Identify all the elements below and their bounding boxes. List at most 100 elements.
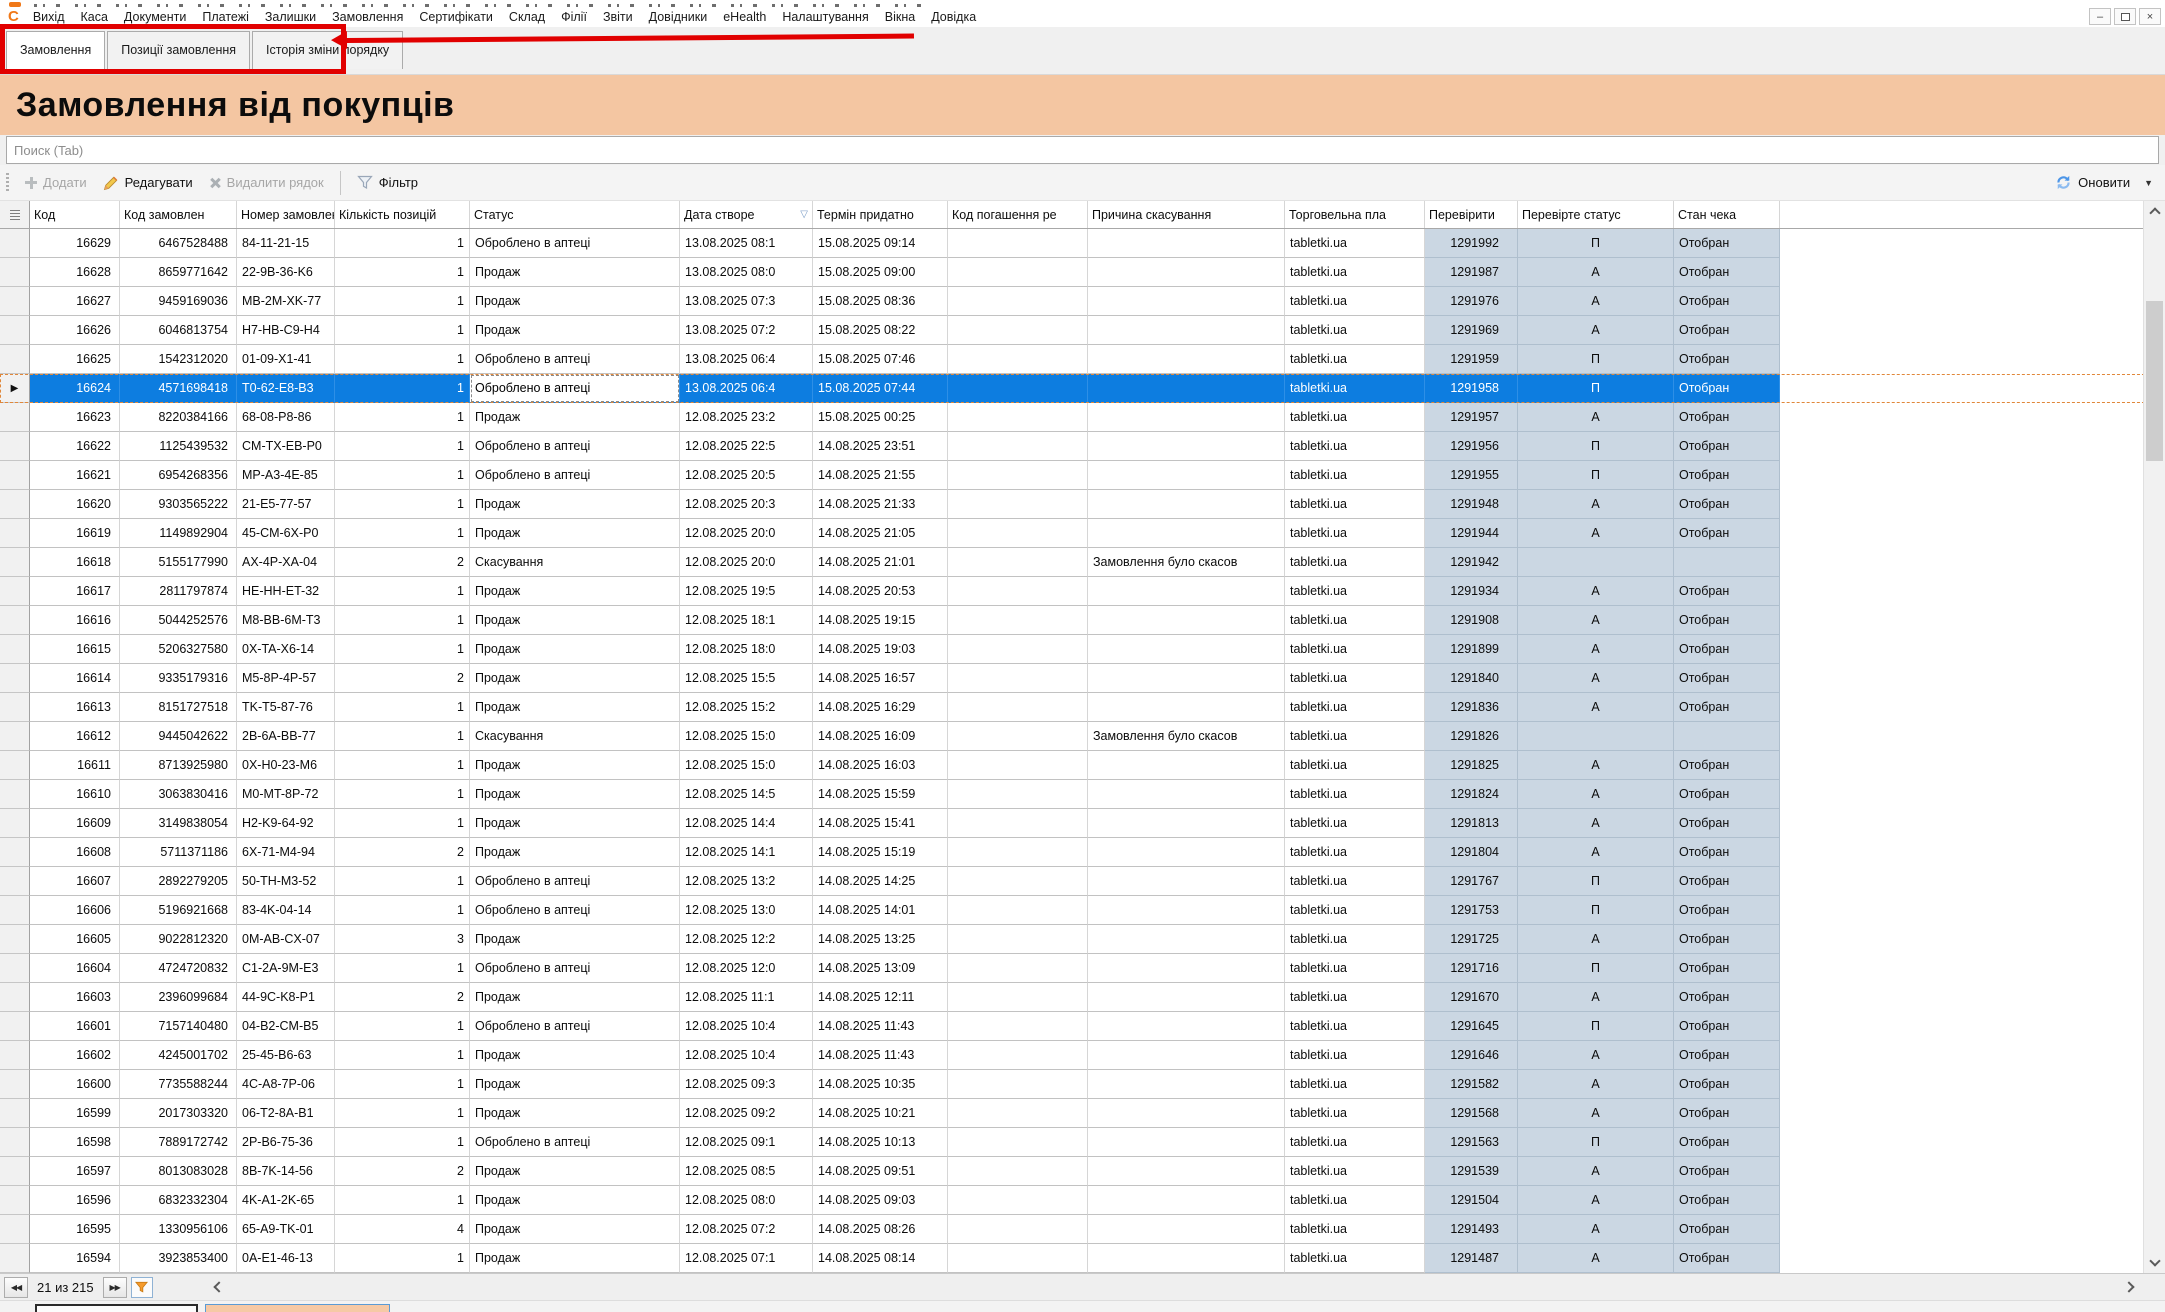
cell[interactable] [1088,1215,1285,1244]
table-row[interactable]: 16595133095610665-A9-TK-014Продаж12.08.2… [0,1215,2165,1244]
cell[interactable]: П [1518,229,1674,258]
cell[interactable]: 15.08.2025 07:46 [813,345,948,374]
cell[interactable]: 12.08.2025 09:1 [680,1128,813,1157]
cell[interactable]: 16617 [30,577,120,606]
cell[interactable]: Отобран [1674,229,1780,258]
cell[interactable]: 12.08.2025 15:5 [680,664,813,693]
cell[interactable]: А [1518,1099,1674,1128]
cell[interactable]: 2P-B6-75-36 [237,1128,335,1157]
cell[interactable]: А [1518,1041,1674,1070]
cell[interactable]: 16626 [30,316,120,345]
cell[interactable]: tabletki.ua [1285,606,1425,635]
cell[interactable]: 1 [335,316,470,345]
cell[interactable]: А [1518,838,1674,867]
add-button[interactable]: Додати [17,170,95,196]
cell[interactable]: 1 [335,1244,470,1273]
cell[interactable] [948,983,1088,1012]
table-row[interactable]: 1659878891727422P-B6-75-361Оброблено в а… [0,1128,2165,1157]
cell[interactable]: 6467528488 [120,229,237,258]
cell[interactable]: 1149892904 [120,519,237,548]
row-selector[interactable] [0,1244,30,1273]
cell[interactable] [948,519,1088,548]
cell[interactable]: Продаж [470,1099,680,1128]
cell[interactable] [1518,548,1674,577]
cell[interactable]: 16611 [30,751,120,780]
cell[interactable]: 1291957 [1425,403,1518,432]
cell[interactable]: 14.08.2025 12:11 [813,983,948,1012]
cell[interactable] [1088,258,1285,287]
cell[interactable]: А [1518,635,1674,664]
cell[interactable]: 14.08.2025 14:25 [813,867,948,896]
table-row[interactable]: 1661187139259800X-H0-23-M61Продаж12.08.2… [0,751,2165,780]
cell[interactable]: Продаж [470,635,680,664]
cell[interactable] [948,461,1088,490]
cell[interactable]: 1291568 [1425,1099,1518,1128]
cell[interactable]: 2892279205 [120,867,237,896]
cell[interactable]: Отобран [1674,1128,1780,1157]
menu-item-4[interactable]: Залишки [257,10,324,24]
cell[interactable]: 1291942 [1425,548,1518,577]
cell[interactable]: Скасування [470,722,680,751]
cell[interactable]: 16606 [30,896,120,925]
cell[interactable]: 45-CM-6X-P0 [237,519,335,548]
cell[interactable]: Продаж [470,287,680,316]
tab-2[interactable]: Історія зміни порядку [252,31,403,69]
cell[interactable]: А [1518,809,1674,838]
menu-item-12[interactable]: Налаштування [774,10,876,24]
cell[interactable] [1088,664,1285,693]
cell[interactable]: 15.08.2025 08:36 [813,287,948,316]
table-row[interactable]: 1660590228123200M-AB-CX-073Продаж12.08.2… [0,925,2165,954]
cell[interactable]: 1 [335,780,470,809]
cell[interactable]: 1 [335,403,470,432]
cell[interactable] [948,809,1088,838]
cell[interactable]: Отобран [1674,896,1780,925]
cell[interactable] [948,316,1088,345]
cell[interactable]: 12.08.2025 20:0 [680,548,813,577]
cell[interactable]: 5206327580 [120,635,237,664]
cell[interactable] [948,1070,1088,1099]
row-selector[interactable] [0,287,30,316]
cell[interactable]: tabletki.ua [1285,1070,1425,1099]
cell[interactable]: tabletki.ua [1285,548,1425,577]
cell[interactable]: tabletki.ua [1285,925,1425,954]
cell[interactable]: 12.08.2025 12:0 [680,954,813,983]
cell[interactable]: M0-MT-8P-72 [237,780,335,809]
cell[interactable]: Продаж [470,838,680,867]
table-row[interactable]: 16628865977164222-9B-36-K61Продаж13.08.2… [0,258,2165,287]
cell[interactable]: 14.08.2025 16:57 [813,664,948,693]
cell[interactable]: 14.08.2025 20:53 [813,577,948,606]
cell[interactable]: tabletki.ua [1285,345,1425,374]
row-selector[interactable] [0,722,30,751]
column-header-12[interactable]: Стан чека [1674,201,1780,228]
cell[interactable]: 14.08.2025 13:09 [813,954,948,983]
cell[interactable] [948,1186,1088,1215]
cell[interactable]: 16601 [30,1012,120,1041]
scroll-down-icon[interactable] [2149,1255,2160,1266]
cell[interactable]: 16620 [30,490,120,519]
table-row[interactable]: 166266046813754H7-HB-C9-H41Продаж13.08.2… [0,316,2165,345]
cell[interactable]: tabletki.ua [1285,577,1425,606]
cell[interactable]: П [1518,954,1674,983]
cell[interactable]: 8151727518 [120,693,237,722]
row-selector[interactable] [0,490,30,519]
cell[interactable]: Замовлення було скасов [1088,548,1285,577]
cell[interactable] [1088,925,1285,954]
cell[interactable]: Отобран [1674,403,1780,432]
cell[interactable] [1088,1041,1285,1070]
row-selector[interactable] [0,664,30,693]
cell[interactable]: 4C-A8-7P-06 [237,1070,335,1099]
cell[interactable]: Отобран [1674,664,1780,693]
cell[interactable]: tabletki.ua [1285,838,1425,867]
row-selector[interactable] [0,403,30,432]
cell[interactable]: C1-2A-9M-E3 [237,954,335,983]
table-row[interactable]: 166185155177990AX-4P-XA-042Скасування12.… [0,548,2165,577]
cell[interactable]: 12.08.2025 14:5 [680,780,813,809]
cell[interactable]: 84-11-21-15 [237,229,335,258]
cell[interactable]: tabletki.ua [1285,258,1425,287]
cell[interactable]: 1291825 [1425,751,1518,780]
cell[interactable]: 2 [335,548,470,577]
cell[interactable]: 16613 [30,693,120,722]
cell[interactable]: 12.08.2025 09:3 [680,1070,813,1099]
cell[interactable]: TK-T5-87-76 [237,693,335,722]
cell[interactable]: 1 [335,1070,470,1099]
